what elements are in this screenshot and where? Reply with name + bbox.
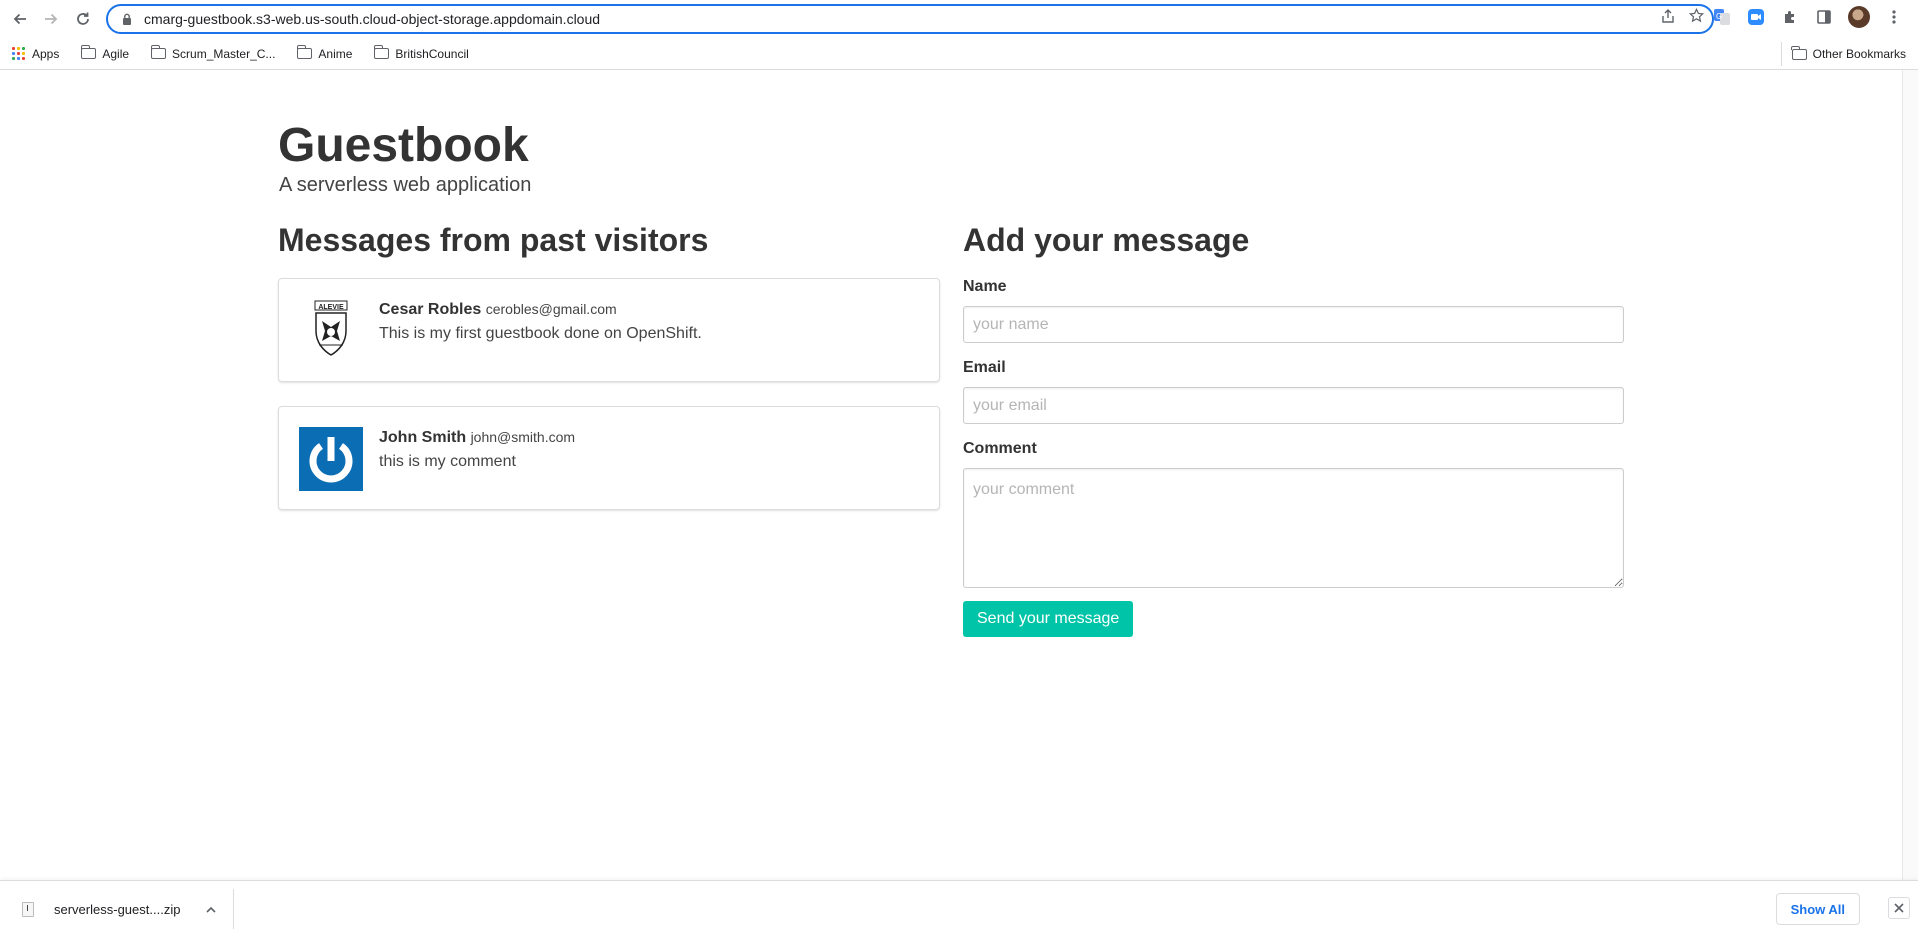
download-file-name: serverless-guest....zip: [54, 901, 181, 917]
email-label: Email: [963, 359, 1006, 376]
bookmark-label: Scrum_Master_C...: [172, 46, 276, 61]
close-icon[interactable]: [1888, 897, 1910, 919]
visitor-email: cerobles@gmail.com: [485, 301, 617, 317]
side-panel-icon[interactable]: [1814, 7, 1834, 27]
folder-icon: [150, 45, 167, 59]
alevie-crest-icon: ALEVIE: [299, 299, 363, 363]
browser-toolbar: cmarg-guestbook.s3-web.us-south.cloud-ob…: [0, 0, 1918, 38]
email-field-group: Email: [963, 359, 1624, 424]
url-text[interactable]: cmarg-guestbook.s3-web.us-south.cloud-ob…: [144, 11, 600, 27]
messages-section: Messages from past visitors ALEVIE Cesar…: [278, 220, 940, 534]
visitor-comment: this is my comment: [379, 453, 516, 470]
visitor-name: Cesar Robles: [379, 301, 482, 318]
svg-text:ALEVIE: ALEVIE: [318, 304, 344, 311]
download-shelf: serverless-guest....zip Show All: [0, 880, 1918, 937]
power-symbol-icon: [299, 427, 363, 491]
bookmark-star-icon[interactable]: [1688, 7, 1705, 28]
zoom-extension-icon[interactable]: [1746, 7, 1766, 27]
message-header: Cesar Robles cerobles@gmail.com: [379, 301, 617, 319]
bookmarks-bar: Apps Agile Scrum_Master_C... Anime Briti…: [0, 38, 1918, 70]
back-icon[interactable]: [5, 4, 35, 34]
share-icon[interactable]: [1661, 8, 1675, 28]
bookmark-label: BritishCouncil: [395, 46, 469, 61]
bookmark-label: Apps: [32, 46, 60, 61]
bookmark-britishcouncil[interactable]: BritishCouncil: [362, 42, 478, 66]
email-input[interactable]: [963, 387, 1624, 424]
bookmark-anime[interactable]: Anime: [285, 42, 362, 66]
message-card: John Smith john@smith.com this is my com…: [278, 406, 940, 510]
name-input[interactable]: [963, 306, 1624, 343]
folder-icon: [80, 45, 97, 59]
extensions-puzzle-icon[interactable]: [1780, 7, 1800, 27]
message-header: John Smith john@smith.com: [379, 429, 575, 447]
bookmark-label: Anime: [318, 46, 353, 61]
visitor-email: john@smith.com: [470, 429, 576, 445]
lock-icon[interactable]: [120, 12, 134, 26]
apps-grid-icon: [12, 46, 26, 61]
translate-extension-icon[interactable]: G: [1712, 7, 1732, 27]
add-message-section: Add your message Name Email Comment Send…: [963, 220, 1624, 637]
zip-file-icon: [22, 901, 34, 917]
folder-icon: [1791, 45, 1807, 60]
visitor-name: John Smith: [379, 429, 467, 446]
extensions-area: G: [1712, 6, 1904, 28]
bookmark-apps[interactable]: Apps: [0, 42, 69, 66]
bookmark-scrum-master[interactable]: Scrum_Master_C...: [139, 42, 285, 66]
page-title: Guestbook: [278, 119, 529, 172]
svg-text:G: G: [1716, 12, 1722, 21]
add-message-heading: Add your message: [963, 222, 1250, 258]
other-bookmarks[interactable]: Other Bookmarks: [1780, 42, 1906, 66]
page-scrollbar[interactable]: [1902, 70, 1918, 880]
message-card: ALEVIE Cesar Robles cerobles@gmail.com T…: [278, 278, 940, 382]
download-item[interactable]: serverless-guest....zip: [12, 889, 234, 929]
visitor-comment: This is my first guestbook done on OpenS…: [379, 325, 702, 342]
bookmark-label: Agile: [102, 46, 130, 61]
other-bookmarks-label: Other Bookmarks: [1812, 47, 1906, 61]
comment-textarea[interactable]: [963, 468, 1624, 588]
comment-field-group: Comment: [963, 440, 1624, 593]
folder-icon: [373, 45, 390, 59]
messages-heading: Messages from past visitors: [278, 222, 709, 258]
chrome-menu-icon[interactable]: [1884, 7, 1904, 27]
comment-label: Comment: [963, 440, 1037, 457]
forward-icon[interactable]: [36, 4, 66, 34]
send-message-button[interactable]: Send your message: [963, 601, 1134, 637]
page-subtitle: A serverless web application: [279, 174, 532, 196]
show-all-downloads-button[interactable]: Show All: [1775, 893, 1860, 925]
name-field-group: Name: [963, 278, 1624, 343]
address-bar[interactable]: cmarg-guestbook.s3-web.us-south.cloud-ob…: [106, 4, 1714, 34]
bookmark-agile[interactable]: Agile: [69, 42, 139, 66]
chevron-up-icon[interactable]: [206, 902, 217, 916]
profile-avatar[interactable]: [1848, 6, 1870, 28]
folder-icon: [296, 45, 313, 59]
reload-icon[interactable]: [68, 4, 98, 34]
name-label: Name: [963, 278, 1007, 295]
